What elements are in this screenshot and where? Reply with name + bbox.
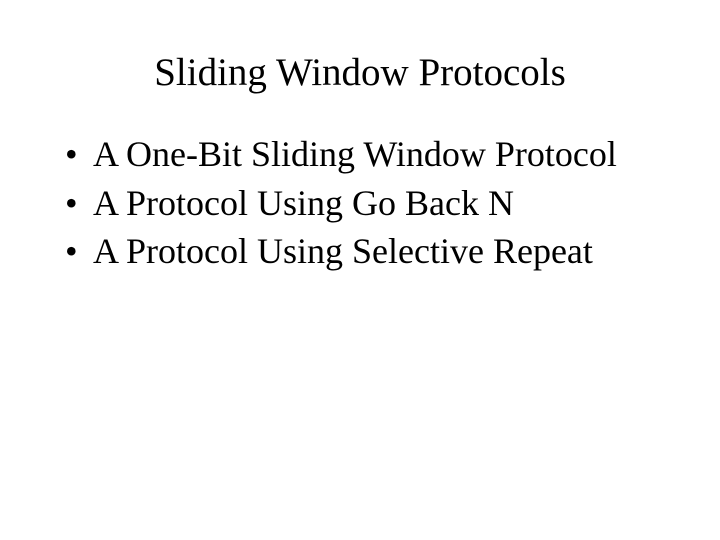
list-item: A Protocol Using Selective Repeat <box>65 227 680 276</box>
bullet-list: A One-Bit Sliding Window Protocol A Prot… <box>40 130 680 276</box>
list-item: A One-Bit Sliding Window Protocol <box>65 130 680 179</box>
slide-title: Sliding Window Protocols <box>40 50 680 95</box>
list-item: A Protocol Using Go Back N <box>65 179 680 228</box>
